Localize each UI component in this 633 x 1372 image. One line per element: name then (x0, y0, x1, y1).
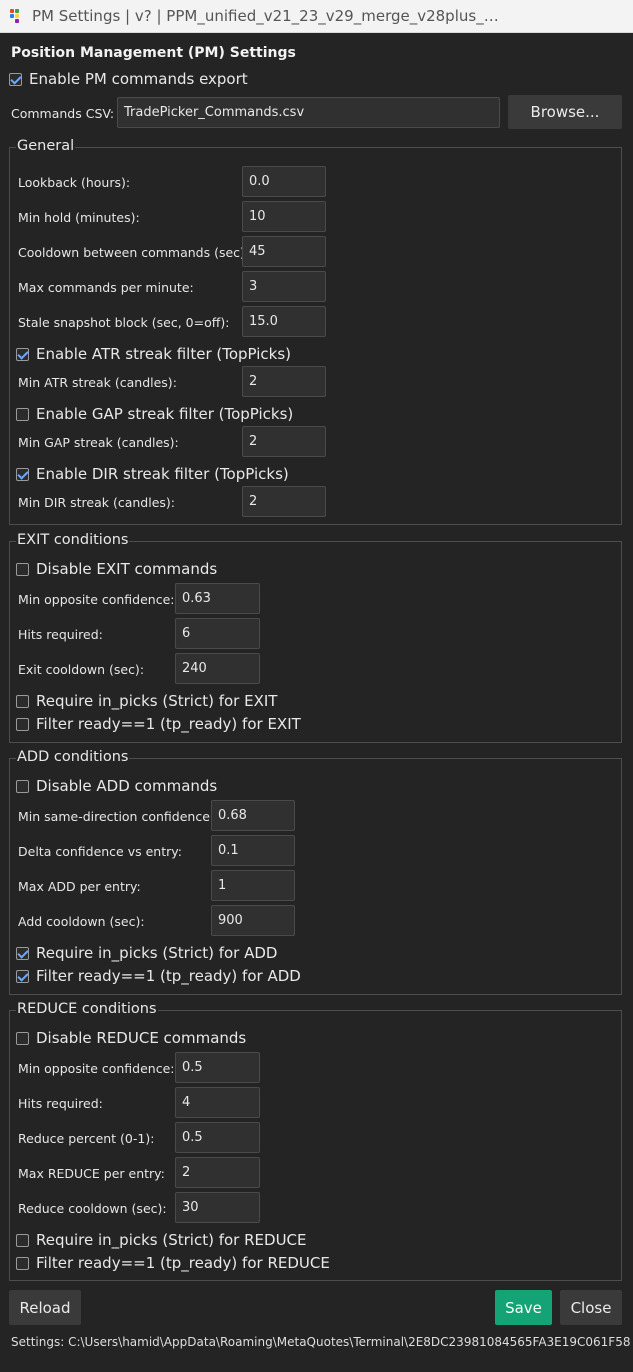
checkbox-indicator (16, 562, 29, 576)
add-cooldown-input[interactable]: 900 (211, 905, 295, 936)
exit-cooldown-input[interactable]: 240 (175, 653, 260, 684)
checkbox-indicator (16, 347, 29, 361)
exit-min-confidence-label: Min opposite confidence: (18, 592, 175, 607)
add-min-confidence-label: Min same-direction confidence: (18, 809, 215, 824)
browse-button[interactable]: Browse... (508, 95, 622, 129)
settings-path: Settings: C:\Users\hamid\AppData\Roaming… (11, 1335, 631, 1349)
min-dir-label: Min DIR streak (candles): (18, 495, 175, 510)
exit-min-confidence-input[interactable]: 0.63 (175, 583, 260, 614)
enable-export-checkbox[interactable]: Enable PM commands export (9, 70, 248, 88)
reduce-cooldown-input[interactable]: 30 (175, 1192, 260, 1223)
add-max-input[interactable]: 1 (211, 870, 295, 901)
save-button[interactable]: Save (495, 1290, 552, 1325)
add-min-confidence-input[interactable]: 0.68 (211, 800, 295, 831)
enable-export-label: Enable PM commands export (29, 70, 248, 88)
checkbox-indicator (16, 946, 29, 960)
add-strict-label: Require in_picks (Strict) for ADD (36, 944, 278, 962)
close-button[interactable]: Close (560, 1290, 622, 1325)
stale-snapshot-label: Stale snapshot block (sec, 0=off): (18, 315, 230, 330)
disable-reduce-label: Disable REDUCE commands (36, 1029, 247, 1047)
reduce-min-confidence-input[interactable]: 0.5 (175, 1052, 260, 1083)
reduce-strict-label: Require in_picks (Strict) for REDUCE (36, 1231, 307, 1249)
reduce-hits-input[interactable]: 4 (175, 1087, 260, 1118)
checkbox-indicator (16, 467, 29, 481)
cooldown-label: Cooldown between commands (sec): (18, 245, 250, 260)
exit-hits-input[interactable]: 6 (175, 618, 260, 649)
reduce-min-confidence-label: Min opposite confidence: (18, 1061, 175, 1076)
checkbox-indicator (16, 694, 29, 708)
page-title: Position Management (PM) Settings (11, 45, 296, 61)
min-atr-input[interactable]: 2 (242, 366, 326, 397)
reduce-ready-checkbox[interactable]: Filter ready==1 (tp_ready) for REDUCE (16, 1254, 330, 1272)
exit-cooldown-label: Exit cooldown (sec): (18, 662, 145, 677)
checkbox-indicator (9, 72, 22, 86)
reduce-hits-label: Hits required: (18, 1096, 103, 1111)
checkbox-indicator (16, 969, 29, 983)
atr-filter-label: Enable ATR streak filter (TopPicks) (36, 345, 292, 363)
add-ready-label: Filter ready==1 (tp_ready) for ADD (36, 967, 301, 985)
min-gap-label: Min GAP streak (candles): (18, 435, 179, 450)
exit-strict-label: Require in_picks (Strict) for EXIT (36, 692, 278, 710)
exit-hits-label: Hits required: (18, 627, 103, 642)
max-commands-input[interactable]: 3 (242, 271, 326, 302)
atr-filter-checkbox[interactable]: Enable ATR streak filter (TopPicks) (16, 345, 291, 363)
reload-button[interactable]: Reload (9, 1290, 81, 1325)
min-hold-input[interactable]: 10 (242, 201, 326, 232)
reduce-percent-input[interactable]: 0.5 (175, 1122, 260, 1153)
app-icon (10, 9, 24, 23)
disable-exit-checkbox[interactable]: Disable EXIT commands (16, 560, 217, 578)
disable-add-label: Disable ADD commands (36, 777, 218, 795)
reduce-cooldown-label: Reduce cooldown (sec): (18, 1201, 167, 1216)
lookback-label: Lookback (hours): (18, 175, 131, 190)
max-commands-label: Max commands per minute: (18, 280, 194, 295)
commands-csv-label: Commands CSV: (11, 106, 115, 121)
lookback-input[interactable]: 0.0 (242, 166, 326, 197)
window-titlebar: PM Settings | v? | PPM_unified_v21_23_v2… (0, 0, 633, 33)
add-strict-checkbox[interactable]: Require in_picks (Strict) for ADD (16, 944, 277, 962)
add-ready-checkbox[interactable]: Filter ready==1 (tp_ready) for ADD (16, 967, 301, 985)
add-group-title: ADD conditions (16, 749, 130, 765)
exit-strict-checkbox[interactable]: Require in_picks (Strict) for EXIT (16, 692, 277, 710)
exit-group-title: EXIT conditions (16, 532, 130, 548)
disable-add-checkbox[interactable]: Disable ADD commands (16, 777, 217, 795)
gap-filter-label: Enable GAP streak filter (TopPicks) (36, 405, 294, 423)
window-title: PM Settings | v? | PPM_unified_v21_23_v2… (32, 7, 502, 25)
dir-filter-label: Enable DIR streak filter (TopPicks) (36, 465, 289, 483)
disable-reduce-checkbox[interactable]: Disable REDUCE commands (16, 1029, 246, 1047)
checkbox-indicator (16, 1031, 29, 1045)
stale-snapshot-input[interactable]: 15.0 (242, 306, 326, 337)
exit-ready-checkbox[interactable]: Filter ready==1 (tp_ready) for EXIT (16, 715, 301, 733)
reduce-percent-label: Reduce percent (0-1): (18, 1131, 155, 1146)
exit-ready-label: Filter ready==1 (tp_ready) for EXIT (36, 715, 301, 733)
settings-panel: Position Management (PM) Settings Enable… (0, 33, 633, 1372)
commands-csv-input[interactable]: TradePicker_Commands.csv (117, 97, 500, 128)
checkbox-indicator (16, 717, 29, 731)
general-group-title: General (16, 138, 76, 154)
min-atr-label: Min ATR streak (candles): (18, 375, 177, 390)
gap-filter-checkbox[interactable]: Enable GAP streak filter (TopPicks) (16, 405, 293, 423)
min-gap-input[interactable]: 2 (242, 426, 326, 457)
reduce-max-label: Max REDUCE per entry: (18, 1166, 165, 1181)
disable-exit-label: Disable EXIT commands (36, 560, 218, 578)
add-cooldown-label: Add cooldown (sec): (18, 914, 145, 929)
cooldown-input[interactable]: 45 (242, 236, 326, 267)
reduce-max-input[interactable]: 2 (175, 1157, 260, 1188)
min-dir-input[interactable]: 2 (242, 486, 326, 517)
checkbox-indicator (16, 407, 29, 421)
reduce-strict-checkbox[interactable]: Require in_picks (Strict) for REDUCE (16, 1231, 307, 1249)
reduce-ready-label: Filter ready==1 (tp_ready) for REDUCE (36, 1254, 330, 1272)
checkbox-indicator (16, 1256, 29, 1270)
checkbox-indicator (16, 1233, 29, 1247)
reduce-group-title: REDUCE conditions (16, 1001, 158, 1017)
add-max-label: Max ADD per entry: (18, 879, 141, 894)
checkbox-indicator (16, 779, 29, 793)
dir-filter-checkbox[interactable]: Enable DIR streak filter (TopPicks) (16, 465, 289, 483)
add-delta-label: Delta confidence vs entry: (18, 844, 182, 859)
add-delta-input[interactable]: 0.1 (211, 835, 295, 866)
min-hold-label: Min hold (minutes): (18, 210, 140, 225)
